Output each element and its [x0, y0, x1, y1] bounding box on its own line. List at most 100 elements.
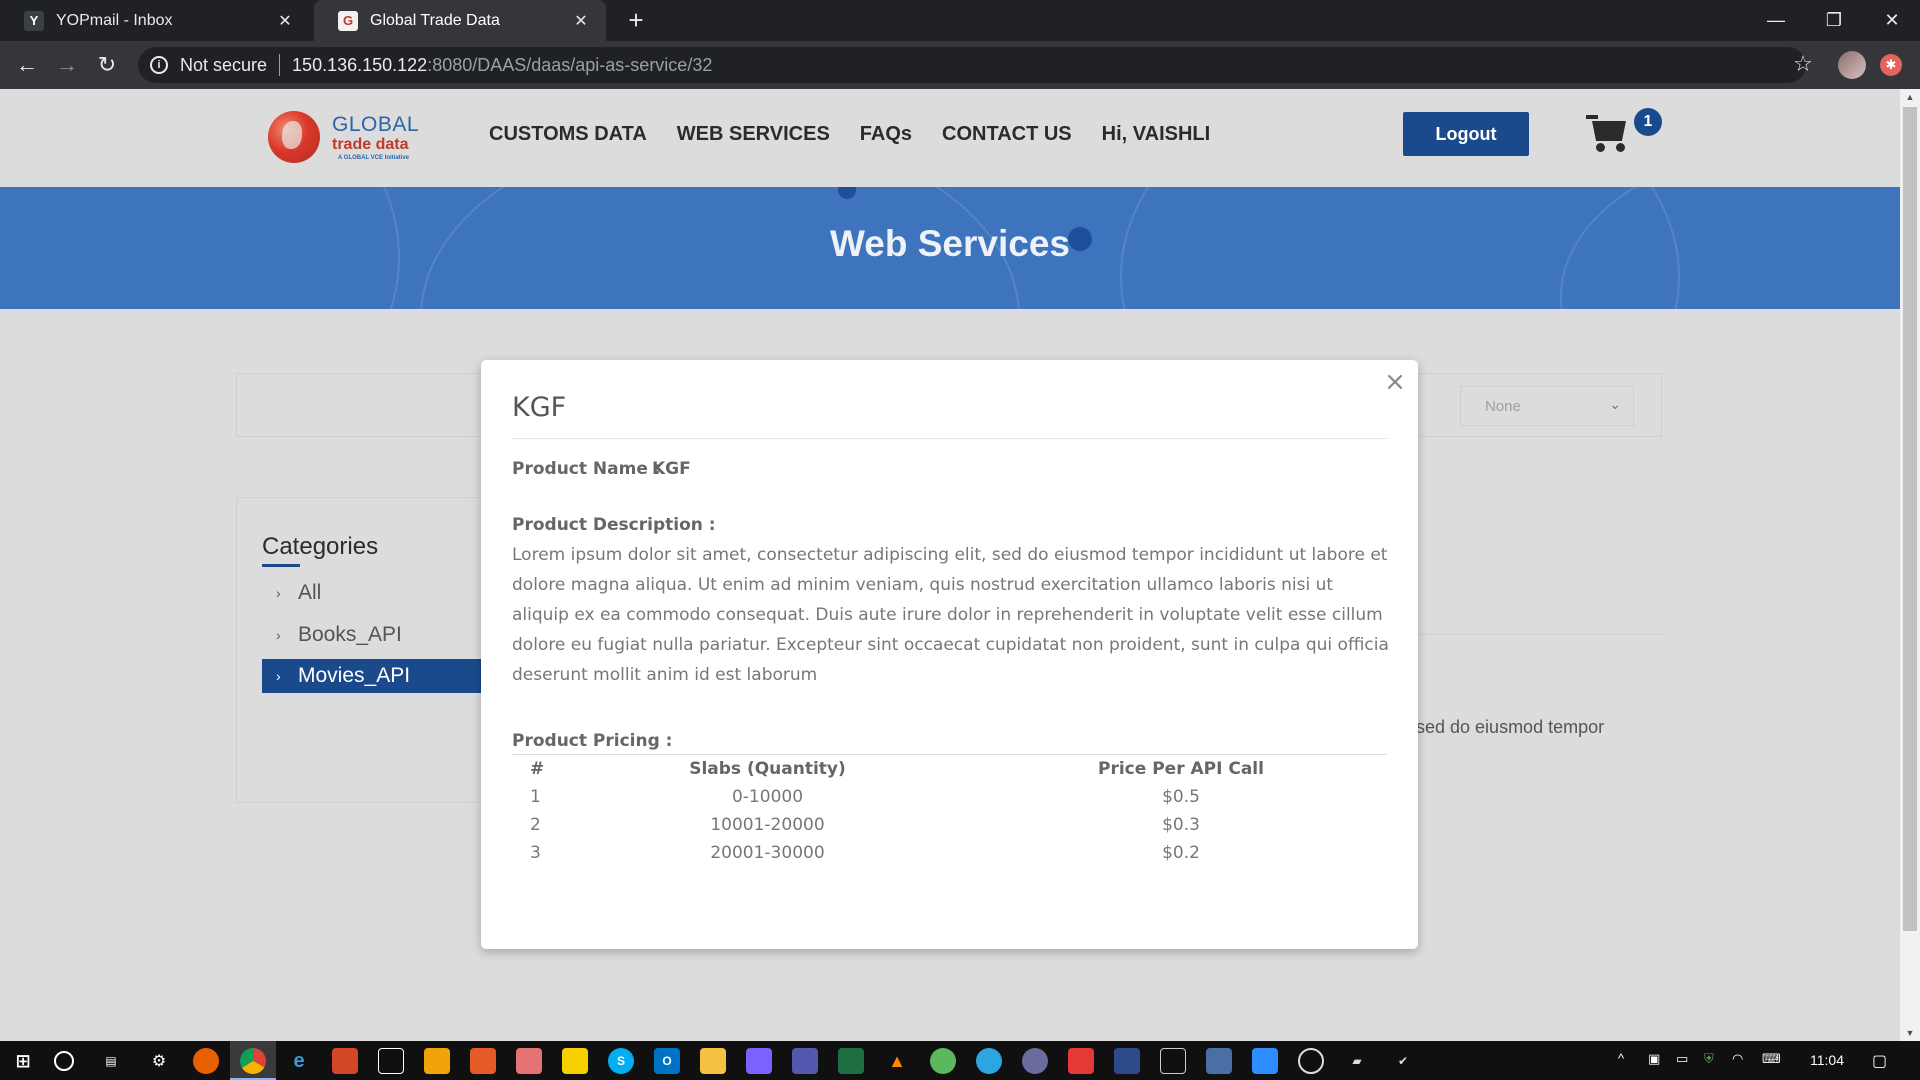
category-label: Books_API — [298, 623, 402, 646]
nav-contact-us[interactable]: CONTACT US — [942, 123, 1072, 146]
table-row: 1 0-10000 $0.5 — [512, 783, 1387, 811]
forward-icon[interactable]: → — [52, 50, 82, 80]
price-per-call: $0.2 — [1162, 842, 1200, 863]
chevron-up-icon[interactable]: ^ — [1618, 1051, 1624, 1066]
price-per-call: $0.5 — [1162, 786, 1200, 807]
anydesk-icon[interactable] — [1068, 1048, 1094, 1074]
bookmark-star-icon[interactable]: ☆ — [1788, 49, 1818, 79]
slab-quantity: 0-10000 — [731, 786, 804, 807]
edge-icon[interactable]: e — [286, 1048, 312, 1074]
app-icon[interactable] — [1298, 1048, 1324, 1074]
slab-quantity: 10001-20000 — [710, 814, 825, 835]
nav-user-greeting[interactable]: Hi, VAISHLI — [1102, 123, 1211, 146]
product-description-label: Product Description : — [512, 515, 716, 535]
security-label: Not secure — [180, 54, 268, 75]
new-tab-button[interactable]: + — [622, 6, 650, 34]
category-item-all[interactable]: › All — [262, 576, 502, 610]
restore-icon[interactable]: ❐ — [1806, 0, 1862, 41]
tab-title: Global Trade Data — [370, 11, 500, 29]
profile-avatar[interactable] — [1838, 51, 1866, 79]
logout-button[interactable]: Logout — [1403, 112, 1529, 156]
telegram-icon[interactable] — [976, 1048, 1002, 1074]
notifications-icon[interactable]: ▢ — [1872, 1051, 1887, 1071]
site-logo[interactable]: GLOBAL trade data A GLOBAL VCE Initiativ… — [268, 107, 419, 167]
vlc-icon[interactable]: ▲ — [884, 1048, 910, 1074]
close-tab-icon[interactable]: ✕ — [570, 10, 592, 32]
app-icon[interactable] — [746, 1048, 772, 1074]
xampp-icon[interactable] — [470, 1048, 496, 1074]
address-bar[interactable]: i Not secure 150.136.150.122 :8080/DAAS/… — [138, 47, 1806, 83]
category-item-books-api[interactable]: › Books_API — [262, 618, 502, 652]
globaltradedata-favicon-icon: G — [338, 10, 358, 31]
wifi-icon[interactable]: ◠ — [1732, 1051, 1743, 1067]
url-path: :8080/DAAS/daas/api-as-service/32 — [427, 54, 713, 75]
scrollbar-thumb[interactable] — [1903, 107, 1917, 931]
tab-yopmail[interactable]: Y YOPmail - Inbox ✕ — [0, 0, 310, 41]
windows-start-icon[interactable]: ⊞ — [10, 1048, 36, 1074]
app-icon[interactable] — [1114, 1048, 1140, 1074]
scroll-up-icon[interactable]: ▲ — [1900, 89, 1920, 105]
page-title: Web Services — [830, 223, 1070, 264]
hero-banner: Web Services — [0, 187, 1900, 309]
app-icon[interactable]: ✔ — [1390, 1048, 1416, 1074]
keyboard-icon[interactable]: ⌨ — [1762, 1051, 1781, 1067]
app-icon[interactable] — [930, 1048, 956, 1074]
search-icon[interactable] — [54, 1051, 74, 1071]
excel-icon[interactable] — [838, 1048, 864, 1074]
minimize-icon[interactable]: — — [1748, 0, 1804, 41]
teams-icon[interactable] — [792, 1048, 818, 1074]
app-icon[interactable] — [1022, 1048, 1048, 1074]
app-icon[interactable] — [378, 1048, 404, 1074]
settings-gear-icon[interactable]: ⚙ — [146, 1048, 172, 1074]
task-view-icon[interactable]: ▤ — [98, 1048, 124, 1074]
app-icon[interactable] — [1160, 1048, 1186, 1074]
nav-web-services[interactable]: WEB SERVICES — [677, 123, 830, 146]
categories-title: Categories — [262, 533, 379, 560]
app-icon[interactable] — [332, 1048, 358, 1074]
firefox-icon[interactable] — [193, 1048, 219, 1074]
file-explorer-icon[interactable] — [700, 1048, 726, 1074]
reload-icon[interactable]: ↻ — [92, 50, 122, 80]
close-tab-icon[interactable]: ✕ — [274, 10, 296, 32]
security-shield-icon[interactable]: ⛨ — [1704, 1051, 1714, 1067]
app-icon[interactable] — [516, 1048, 542, 1074]
logo-line2: trade data — [332, 136, 409, 153]
battery-icon[interactable]: ▭ — [1676, 1051, 1688, 1067]
row-number: 3 — [530, 842, 541, 863]
sticky-notes-icon[interactable] — [562, 1048, 588, 1074]
sort-select[interactable]: None ⌄ — [1460, 386, 1634, 426]
product-pricing-label: Product Pricing : — [512, 731, 673, 751]
zoom-icon[interactable] — [1252, 1048, 1278, 1074]
app-icon[interactable]: ▰ — [1344, 1048, 1370, 1074]
app-icon[interactable] — [1206, 1048, 1232, 1074]
close-window-icon[interactable]: ✕ — [1864, 0, 1920, 41]
browser-toolbar: ← → ↻ i Not secure 150.136.150.122 :8080… — [0, 41, 1920, 89]
chevron-down-icon: ⌄ — [1609, 396, 1621, 412]
sublime-icon[interactable] — [424, 1048, 450, 1074]
tray-icon[interactable]: ▣ — [1648, 1051, 1660, 1067]
category-item-movies-api[interactable]: › Movies_API — [262, 659, 502, 693]
nav-faqs[interactable]: FAQs — [860, 123, 912, 146]
chrome-icon[interactable] — [240, 1048, 266, 1074]
tab-global-trade-data[interactable]: G Global Trade Data ✕ — [314, 0, 606, 41]
page-scrollbar[interactable]: ▲ ▼ — [1900, 89, 1920, 1041]
main-nav: CUSTOMS DATA WEB SERVICES FAQs CONTACT U… — [489, 123, 1210, 146]
outlook-icon[interactable]: O — [654, 1048, 680, 1074]
row-number: 1 — [530, 786, 541, 807]
divider — [279, 54, 281, 76]
scroll-down-icon[interactable]: ▼ — [1900, 1025, 1920, 1041]
select-value: None — [1485, 397, 1521, 415]
close-icon[interactable]: × — [1381, 368, 1409, 396]
column-header-price: Price Per API Call — [975, 754, 1387, 783]
skype-icon[interactable]: S — [608, 1048, 634, 1074]
product-description-text: Lorem ipsum dolor sit amet, consectetur … — [512, 545, 1389, 685]
back-icon[interactable]: ← — [12, 50, 42, 80]
nav-customs-data[interactable]: CUSTOMS DATA — [489, 123, 647, 146]
table-header-row: # Slabs (Quantity) Price Per API Call — [512, 754, 1387, 783]
divider — [512, 438, 1387, 439]
category-label: All — [298, 581, 322, 604]
taskbar-clock[interactable]: 11:04 — [1810, 1052, 1844, 1068]
cart-icon[interactable] — [1586, 111, 1634, 155]
info-icon[interactable]: i — [150, 56, 168, 74]
extension-icon[interactable]: ✱ — [1880, 54, 1902, 76]
